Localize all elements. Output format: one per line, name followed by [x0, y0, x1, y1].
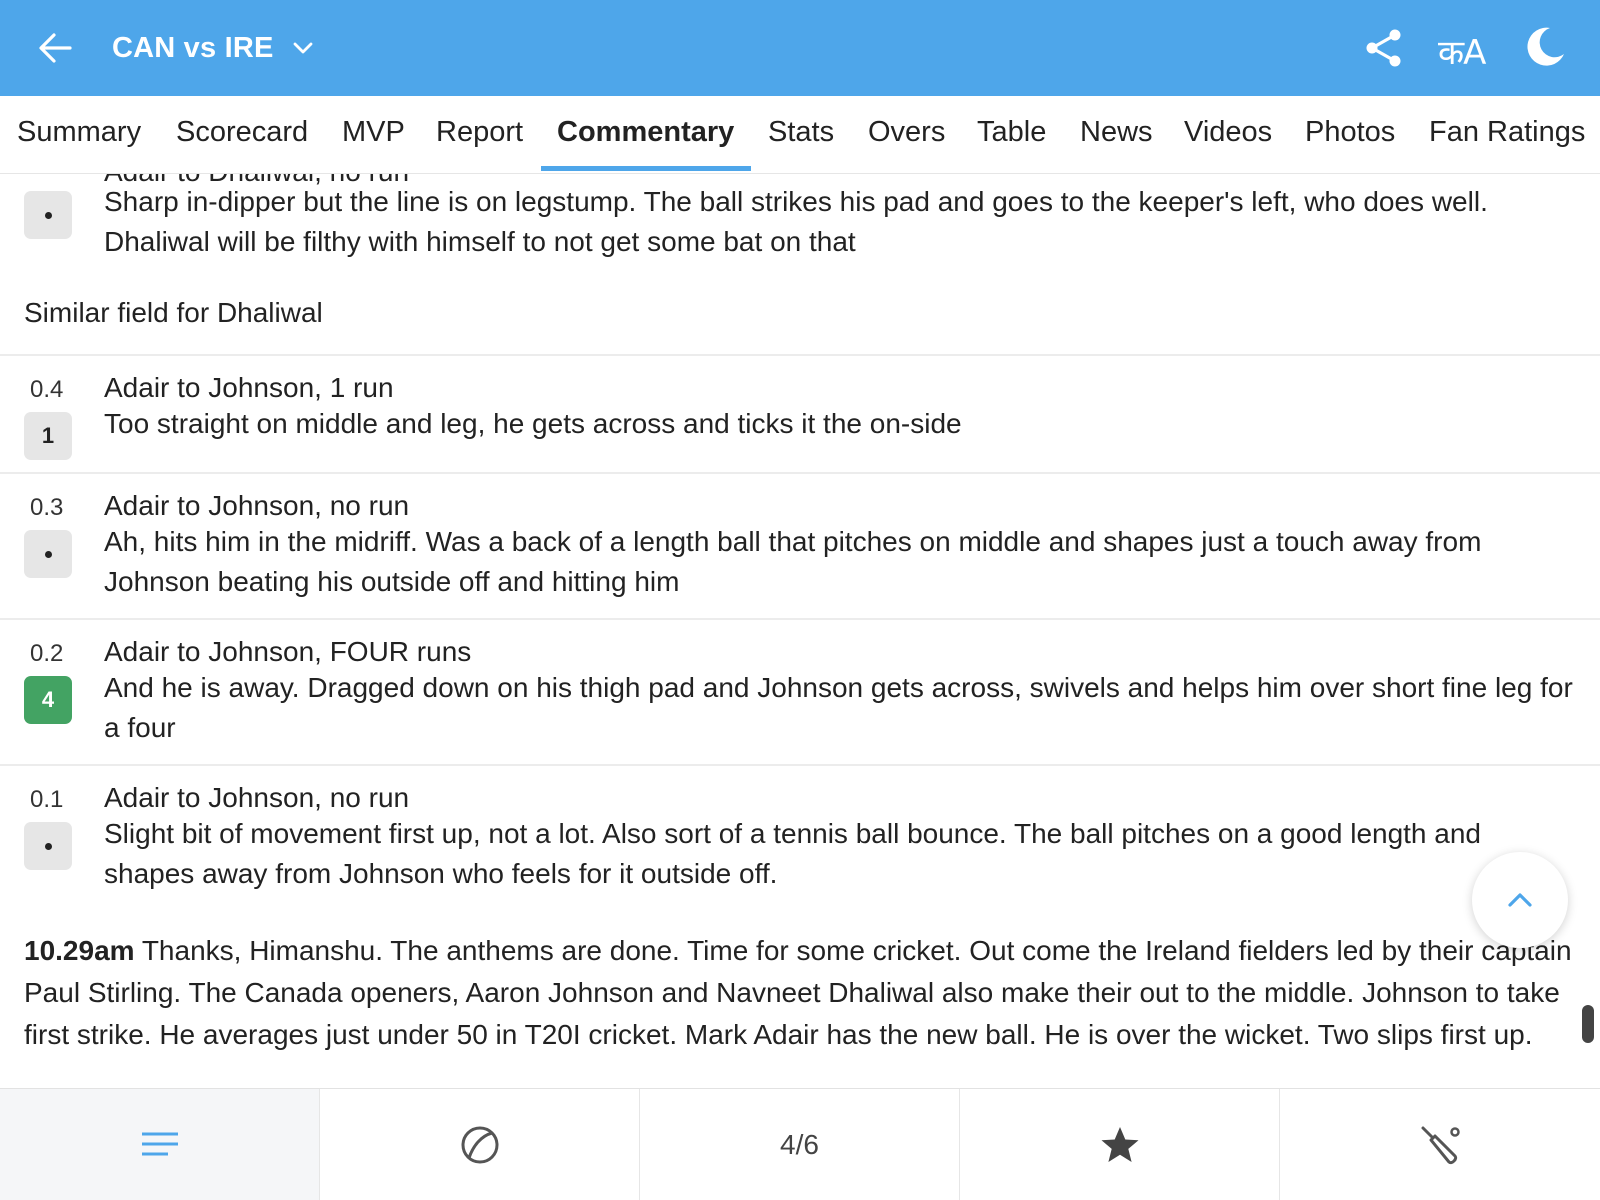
- ball-outcome-badge: •: [24, 822, 72, 870]
- commentary-entry: 0.4 1 Adair to Johnson, 1 run Too straig…: [0, 354, 1600, 474]
- scroll-to-top-button[interactable]: [1472, 852, 1568, 948]
- tab-videos[interactable]: Videos: [1184, 116, 1272, 149]
- cricket-ball-icon: [461, 1126, 498, 1164]
- page-indicator-button[interactable]: 4/6: [640, 1089, 960, 1200]
- app-header: CAN vs IRE कA: [0, 0, 1600, 96]
- chevron-down-icon: [293, 42, 312, 54]
- active-tab-indicator: [541, 166, 751, 171]
- update-text: Thanks, Himanshu. The anthems are done. …: [24, 935, 1572, 1050]
- over-number: 0.2: [30, 640, 64, 667]
- entry-text: Slight bit of movement first up, not a l…: [104, 818, 1482, 889]
- commentary-menu-button[interactable]: [0, 1089, 320, 1200]
- ball-outcome-badge: •: [24, 191, 72, 239]
- cricket-bat-icon: [1421, 1126, 1460, 1165]
- ball-outcome-badge: •: [24, 530, 72, 578]
- tab-scorecard[interactable]: Scorecard: [176, 116, 308, 149]
- share-icon[interactable]: [1362, 26, 1406, 70]
- tab-bar: Summary Scorecard MVP Report Commentary …: [0, 96, 1600, 174]
- entry-heading: Adair to Johnson, 1 run: [104, 372, 394, 403]
- over-number: 0.4: [30, 376, 64, 403]
- tab-overs[interactable]: Overs: [868, 116, 945, 149]
- over-number: 0.1: [30, 786, 64, 813]
- back-arrow-icon[interactable]: [36, 28, 76, 68]
- tab-news[interactable]: News: [1080, 116, 1153, 149]
- tab-photos[interactable]: Photos: [1305, 116, 1395, 149]
- live-update-paragraph: 10.29am Thanks, Himanshu. The anthems ar…: [24, 930, 1580, 1056]
- batting-button[interactable]: [1280, 1089, 1600, 1200]
- entry-text: Sharp in-dipper but the line is on legst…: [104, 186, 1488, 257]
- ball-by-ball-button[interactable]: [320, 1089, 640, 1200]
- entry-text: Ah, hits him in the midriff. Was a back …: [104, 526, 1482, 597]
- bottom-navigation: 4/6: [0, 1088, 1600, 1200]
- moon-icon[interactable]: [1522, 24, 1568, 70]
- page-indicator: 4/6: [780, 1129, 819, 1160]
- over-number: 0.3: [30, 494, 64, 521]
- commentary-note: Similar field for Dhaliwal: [24, 297, 323, 328]
- match-selector[interactable]: CAN vs IRE: [112, 24, 316, 72]
- menu-lines-icon: [141, 1132, 178, 1156]
- tab-report[interactable]: Report: [436, 116, 523, 149]
- language-icon[interactable]: कA: [1438, 28, 1486, 74]
- entry-heading: Adair to Johnson, FOUR runs: [104, 636, 472, 667]
- entry-text: Too straight on middle and leg, he gets …: [104, 408, 962, 439]
- commentary-feed[interactable]: Adair to Dhaliwal, no run • Sharp in-dip…: [0, 174, 1600, 1088]
- commentary-entry: 0.2 4 Adair to Johnson, FOUR runs And he…: [0, 622, 1600, 766]
- highlights-button[interactable]: [960, 1089, 1280, 1200]
- entry-heading: Adair to Johnson, no run: [104, 490, 410, 521]
- commentary-entry: • Sharp in-dipper but the line is on leg…: [0, 174, 1600, 270]
- commentary-entry: 0.1 • Adair to Johnson, no run Slight bi…: [0, 768, 1600, 908]
- tab-fan-ratings[interactable]: Fan Ratings: [1429, 116, 1585, 149]
- tab-summary[interactable]: Summary: [17, 116, 141, 149]
- star-icon: [1101, 1127, 1138, 1162]
- ball-outcome-badge: 1: [24, 412, 72, 460]
- tab-table[interactable]: Table: [977, 116, 1046, 149]
- match-title: CAN vs IRE: [112, 31, 274, 64]
- scrollbar-thumb[interactable]: [1582, 1005, 1594, 1043]
- tab-stats[interactable]: Stats: [768, 116, 834, 149]
- entry-heading: Adair to Johnson, no run: [104, 782, 410, 813]
- tab-mvp[interactable]: MVP: [342, 116, 405, 149]
- commentary-entry: 0.3 • Adair to Johnson, no run Ah, hits …: [0, 476, 1600, 620]
- tab-commentary[interactable]: Commentary: [557, 116, 734, 149]
- chevron-up-icon: [1508, 893, 1532, 907]
- update-time: 10.29am: [24, 935, 135, 966]
- ball-outcome-badge: 4: [24, 676, 72, 724]
- entry-text: And he is away. Dragged down on his thig…: [104, 672, 1573, 743]
